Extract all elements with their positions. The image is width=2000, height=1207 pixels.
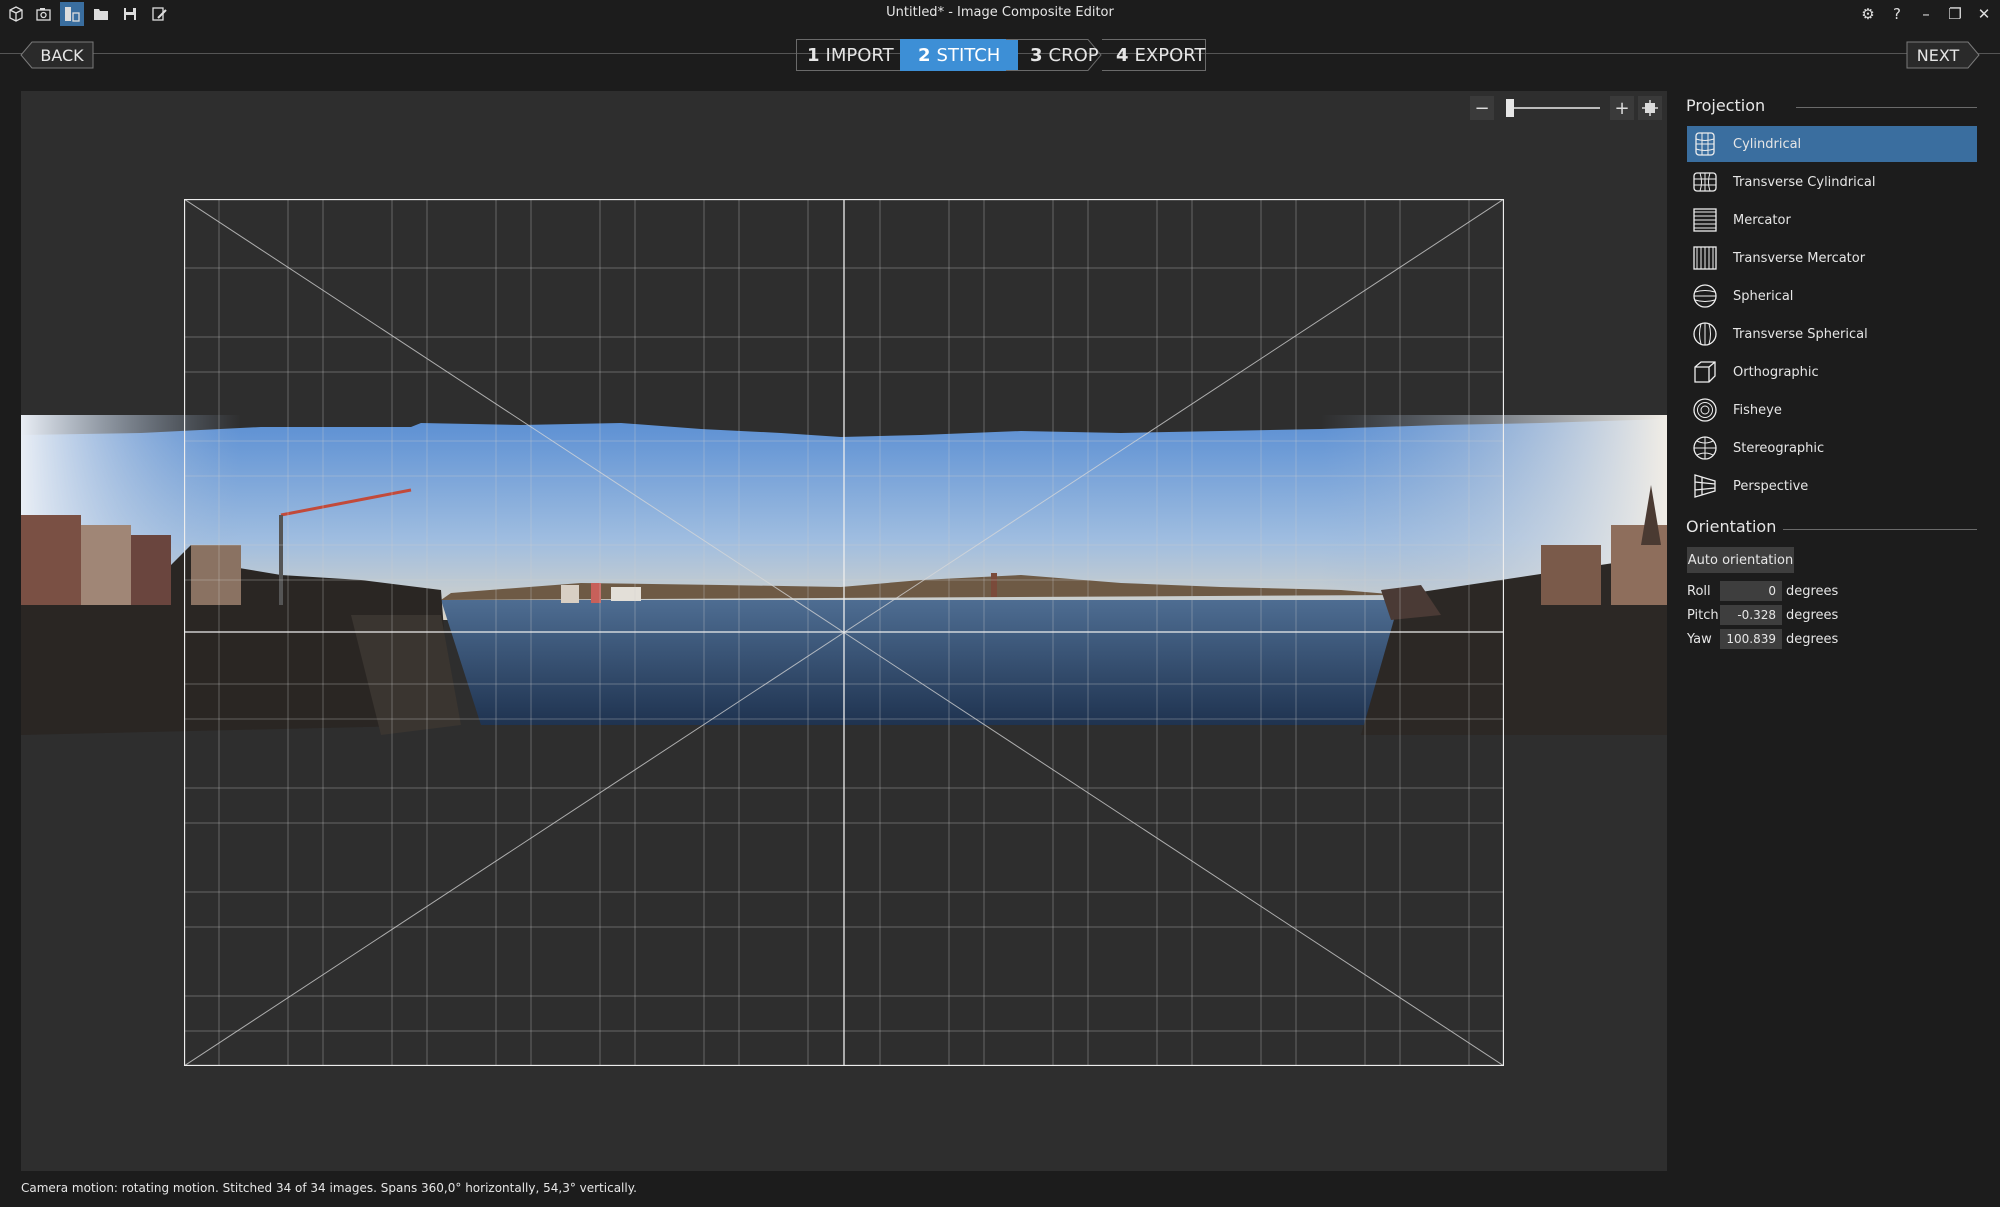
step-number: 3	[1030, 44, 1043, 66]
pitch-unit: degrees	[1786, 608, 1839, 623]
transverse-cylindrical-icon	[1691, 168, 1719, 196]
step-export[interactable]: 4 EXPORT	[1102, 39, 1206, 71]
projection-stereographic[interactable]: Stereographic	[1687, 430, 1977, 466]
step-number: 2	[918, 44, 931, 66]
projection-orthographic[interactable]: Orthographic	[1687, 354, 1977, 390]
projection-mercator[interactable]: Mercator	[1687, 202, 1977, 238]
step-label: STITCH	[936, 44, 1001, 66]
zoom-slider-track[interactable]	[1508, 107, 1600, 109]
projection-label: Fisheye	[1733, 402, 1782, 418]
pitch-input[interactable]: -0.328	[1720, 605, 1782, 625]
orthographic-icon	[1691, 358, 1719, 386]
projection-label: Transverse Spherical	[1733, 326, 1868, 342]
step-label: EXPORT	[1134, 44, 1206, 66]
projection-title: Projection	[1686, 96, 1766, 115]
roll-unit: degrees	[1786, 584, 1839, 599]
projection-perspective[interactable]: Perspective	[1687, 468, 1977, 504]
projection-label: Transverse Mercator	[1733, 250, 1866, 266]
back-label: BACK	[40, 45, 84, 65]
projection-label: Mercator	[1733, 212, 1791, 228]
projection-label: Cylindrical	[1733, 136, 1802, 152]
yaw-input[interactable]: 100.839	[1720, 629, 1782, 649]
transverse-spherical-icon	[1691, 320, 1719, 348]
spherical-icon	[1691, 282, 1719, 310]
zoom-out-button[interactable]: −	[1470, 96, 1494, 120]
section-divider	[1796, 107, 1977, 108]
projection-spherical[interactable]: Spherical	[1687, 278, 1977, 314]
close-icon[interactable]: ✕	[1970, 2, 1998, 26]
help-icon[interactable]: ?	[1883, 2, 1911, 26]
yaw-unit: degrees	[1786, 632, 1839, 647]
transverse-mercator-icon	[1691, 244, 1719, 272]
projection-label: Perspective	[1733, 478, 1809, 494]
projection-transverse-cylindrical[interactable]: Transverse Cylindrical	[1687, 164, 1977, 200]
zoom-in-button[interactable]: +	[1610, 96, 1634, 120]
next-label: NEXT	[1916, 45, 1960, 65]
step-stitch[interactable]: 2 STITCH	[900, 39, 1018, 71]
projection-cylindrical[interactable]: Cylindrical	[1687, 126, 1977, 162]
projection-transverse-mercator[interactable]: Transverse Mercator	[1687, 240, 1977, 276]
status-bar: Camera motion: rotating motion. Stitched…	[21, 1181, 637, 1195]
orientation-title: Orientation	[1686, 517, 1777, 536]
section-divider	[1783, 529, 1977, 530]
fit-to-window-icon[interactable]	[1638, 96, 1662, 120]
minimize-icon[interactable]: –	[1912, 2, 1940, 26]
step-number: 1	[807, 44, 820, 66]
projection-label: Transverse Cylindrical	[1733, 174, 1876, 190]
restore-icon[interactable]: ❐	[1941, 2, 1969, 26]
stereographic-icon	[1691, 434, 1719, 462]
cylindrical-icon	[1691, 130, 1719, 158]
step-number: 4	[1116, 44, 1129, 66]
fisheye-icon	[1691, 396, 1719, 424]
yaw-label: Yaw	[1687, 632, 1712, 647]
wizard-steps: 1 IMPORT 2 STITCH 3 CROP 4 EXPORT	[796, 39, 1206, 71]
step-label: CROP	[1048, 44, 1099, 66]
settings-icon[interactable]: ⚙	[1854, 2, 1882, 26]
step-import[interactable]: 1 IMPORT	[796, 39, 900, 71]
projection-label: Spherical	[1733, 288, 1794, 304]
roll-label: Roll	[1687, 584, 1711, 599]
projection-grid	[184, 199, 1504, 1066]
step-label: IMPORT	[825, 44, 894, 66]
projection-label: Stereographic	[1733, 440, 1825, 456]
next-button[interactable]: NEXT	[1906, 41, 1980, 69]
window-title: Untitled* - Image Composite Editor	[886, 5, 1114, 20]
projection-label: Orthographic	[1733, 364, 1819, 380]
zoom-controls: − +	[1470, 96, 1662, 120]
zoom-slider-thumb[interactable]	[1506, 99, 1514, 117]
mercator-icon	[1691, 206, 1719, 234]
projection-fisheye[interactable]: Fisheye	[1687, 392, 1977, 428]
step-crop[interactable]: 3 CROP	[1006, 39, 1102, 71]
pitch-label: Pitch	[1687, 608, 1719, 623]
auto-orientation-button[interactable]: Auto orientation	[1687, 547, 1794, 573]
back-button[interactable]: BACK	[20, 41, 94, 69]
title-bar: Untitled* - Image Composite Editor ⚙ ? –…	[0, 0, 2000, 28]
projection-transverse-spherical[interactable]: Transverse Spherical	[1687, 316, 1977, 352]
roll-input[interactable]: 0	[1720, 581, 1782, 601]
right-panel: Projection Cylindrical Transverse Cylind…	[1680, 91, 1980, 1171]
perspective-icon	[1691, 472, 1719, 500]
